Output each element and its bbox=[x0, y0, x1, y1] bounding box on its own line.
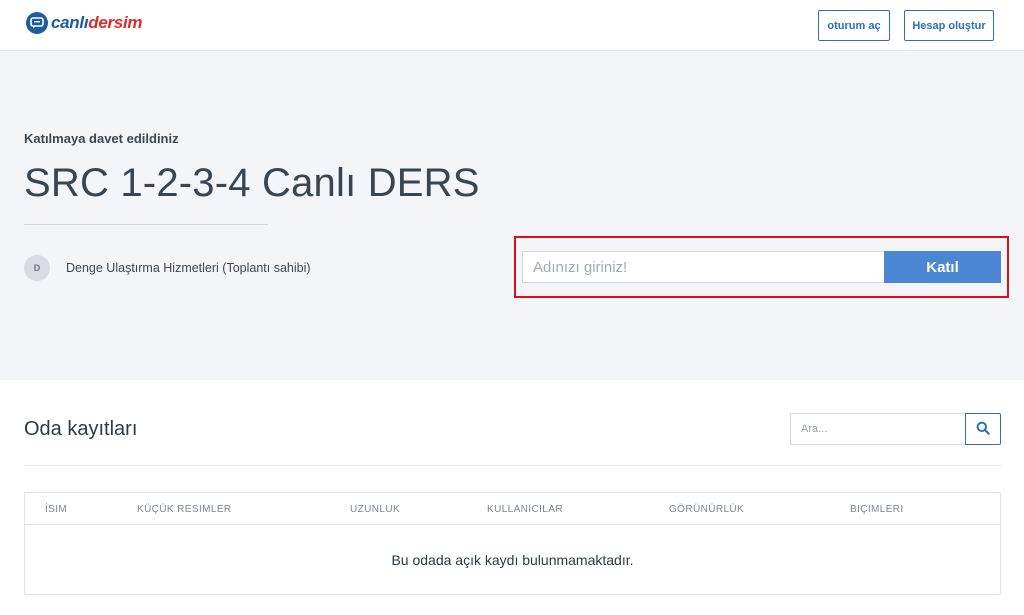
recordings-title: Oda kayıtları bbox=[24, 418, 138, 440]
column-header-thumbnails[interactable]: KÜÇÜK RESIMLER bbox=[137, 504, 232, 515]
column-header-name[interactable]: İSIM bbox=[45, 504, 67, 515]
column-header-users[interactable]: KULLANICILAR bbox=[487, 504, 563, 515]
search-button[interactable] bbox=[965, 413, 1001, 445]
empty-recordings-message: Bu odada açık kaydı bulunmamaktadır. bbox=[391, 552, 634, 568]
recordings-divider bbox=[24, 465, 1001, 466]
login-button[interactable]: oturum aç bbox=[818, 10, 890, 41]
title-divider bbox=[24, 224, 268, 225]
name-input[interactable] bbox=[522, 251, 884, 283]
owner-name: Denge Ulaştırma Hizmetleri (Toplantı sah… bbox=[66, 261, 311, 275]
column-header-length[interactable]: UZUNLUK bbox=[350, 504, 400, 515]
join-button[interactable]: Katıl bbox=[884, 251, 1001, 283]
logo-text-part1: canlı bbox=[51, 13, 89, 32]
room-title: SRC 1-2-3-4 Canlı DERS bbox=[24, 161, 480, 205]
invited-text: Katılmaya davet edildiniz bbox=[24, 131, 179, 146]
room-owner: D Denge Ulaştırma Hizmetleri (Toplantı s… bbox=[24, 255, 311, 281]
register-button[interactable]: Hesap oluştur bbox=[904, 10, 994, 41]
top-header: canlıdersim oturum aç Hesap oluştur bbox=[0, 0, 1024, 51]
room-hero: Katılmaya davet edildiniz SRC 1-2-3-4 Ca… bbox=[0, 51, 1024, 380]
column-header-visibility[interactable]: GÖRÜNÜRLÜK bbox=[669, 504, 744, 515]
table-header: İSIM KÜÇÜK RESIMLER UZUNLUK KULLANICILAR… bbox=[25, 493, 1000, 525]
search-icon bbox=[976, 421, 990, 438]
chat-bubble-icon bbox=[26, 12, 48, 34]
recordings-table: İSIM KÜÇÜK RESIMLER UZUNLUK KULLANICILAR… bbox=[24, 492, 1001, 595]
search-input[interactable] bbox=[790, 413, 966, 445]
logo-text-part2: dersim bbox=[88, 13, 143, 32]
avatar: D bbox=[24, 255, 50, 281]
column-header-formats[interactable]: BIÇIMLERI bbox=[850, 504, 904, 515]
logo-text: canlıdersim bbox=[51, 12, 143, 34]
logo-link[interactable]: canlıdersim bbox=[26, 11, 143, 35]
